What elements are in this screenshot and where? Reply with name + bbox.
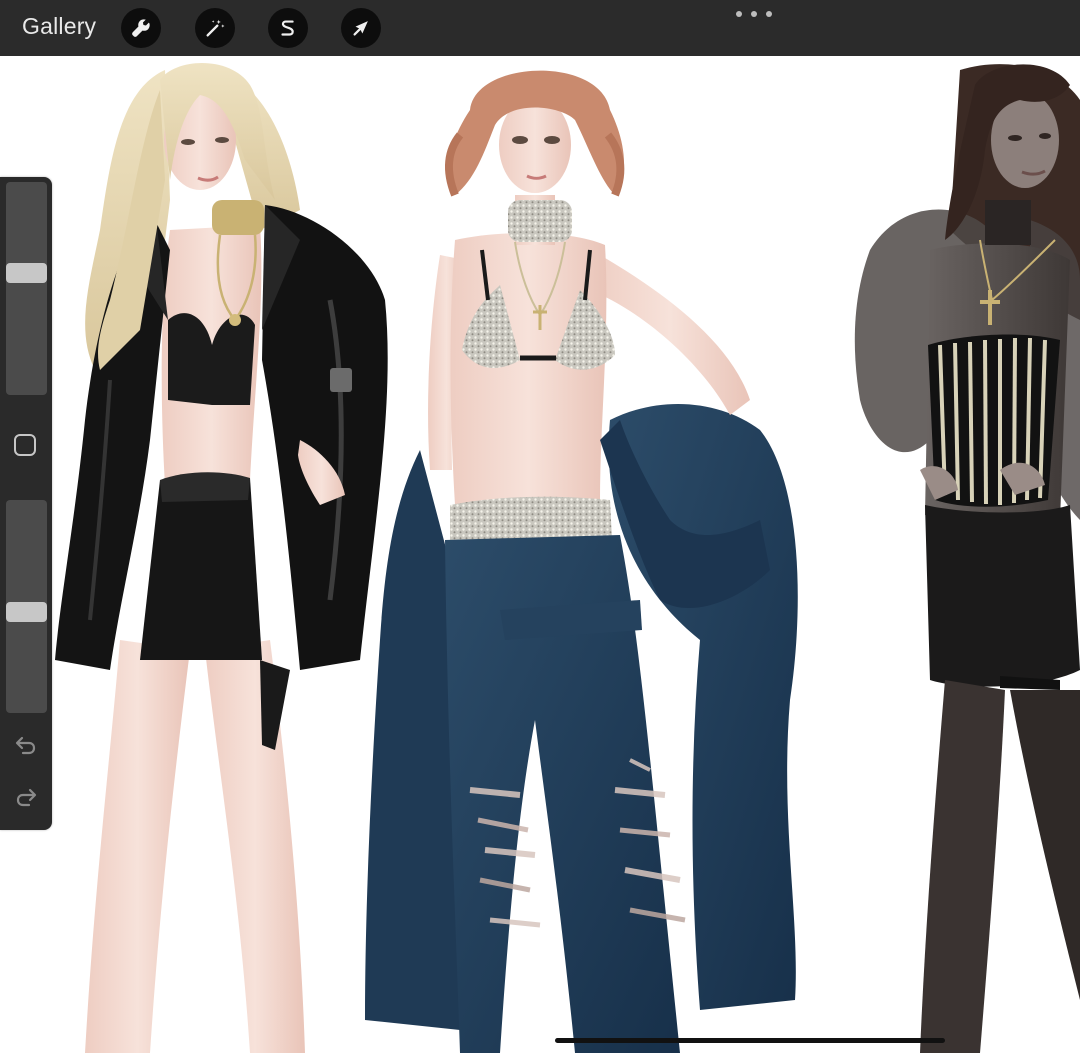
undo-icon (15, 736, 36, 755)
selection-s-icon (281, 20, 294, 36)
more-options-button[interactable] (736, 4, 772, 24)
ellipsis-icon (766, 11, 772, 17)
arrow-cursor-icon (353, 21, 368, 36)
procreate-app: Gallery (0, 0, 1080, 1053)
redo-button[interactable] (14, 787, 38, 807)
figure-left (55, 62, 388, 1053)
ellipsis-icon (736, 11, 742, 17)
undo-button[interactable] (14, 735, 38, 755)
gallery-button[interactable]: Gallery (22, 13, 96, 40)
magic-wand-icon (206, 19, 225, 37)
selection-button[interactable] (268, 8, 308, 48)
adjustments-button[interactable] (195, 8, 235, 48)
home-indicator[interactable] (555, 1038, 945, 1043)
side-toolbar (0, 177, 52, 830)
transform-button[interactable] (341, 8, 381, 48)
actions-button[interactable] (121, 8, 161, 48)
ellipsis-icon (751, 11, 757, 17)
drawing-canvas[interactable] (0, 56, 1080, 1053)
fashion-illustration (55, 62, 1080, 1053)
brush-size-slider[interactable] (6, 182, 47, 395)
figure-right (854, 64, 1080, 1053)
redo-icon (16, 788, 37, 807)
figure-middle (365, 70, 798, 1053)
opacity-slider-thumb[interactable] (6, 602, 47, 622)
top-toolbar: Gallery (0, 0, 1080, 56)
opacity-slider[interactable] (6, 500, 47, 713)
wrench-icon (132, 19, 150, 37)
modify-button[interactable] (14, 434, 36, 456)
brush-size-slider-thumb[interactable] (6, 263, 47, 283)
